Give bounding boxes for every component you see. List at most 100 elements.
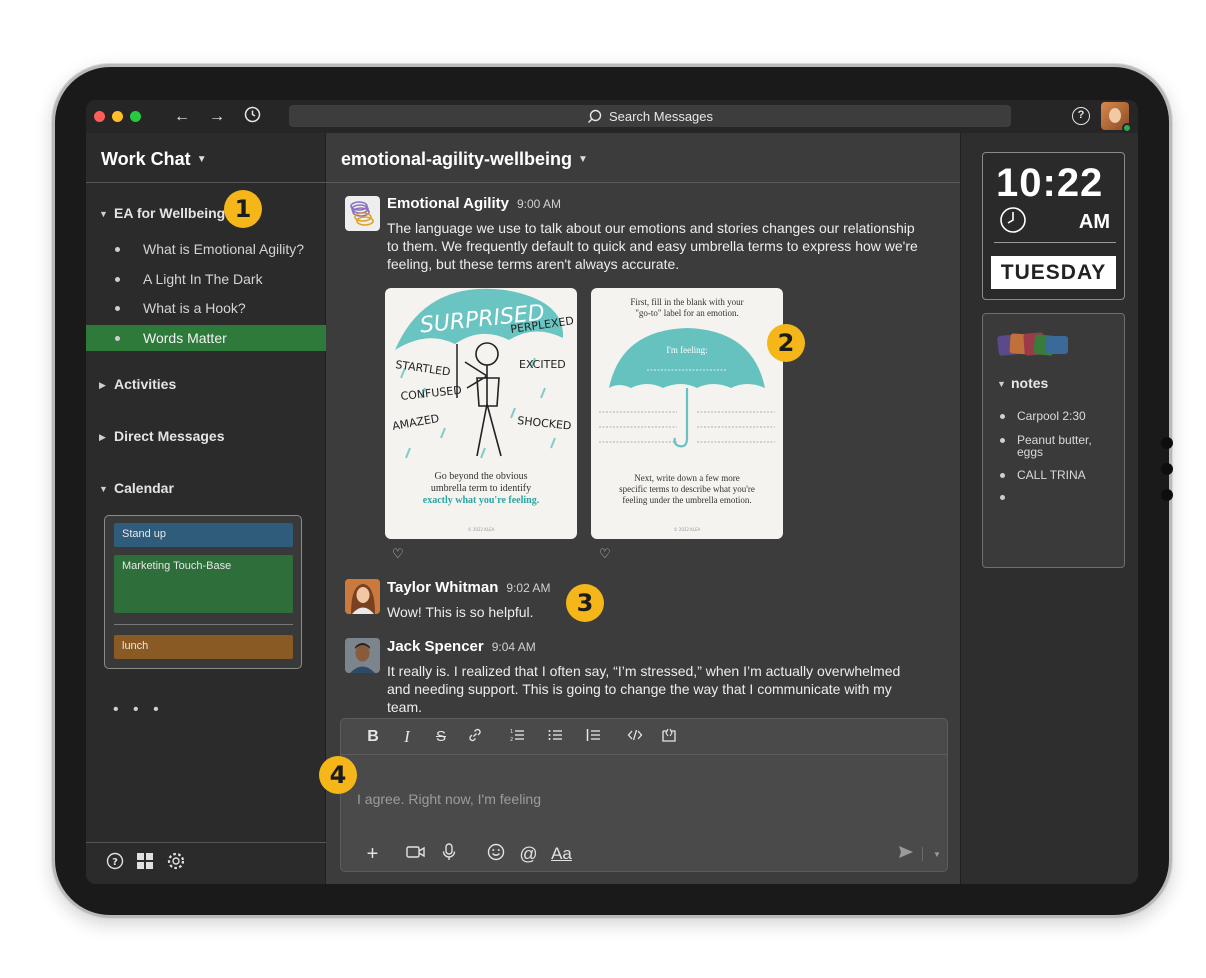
message-author[interactable]: Emotional Agility 9:00 AM bbox=[387, 195, 561, 212]
attachment-image-worksheet[interactable]: First, fill in the blank with your "go-t… bbox=[591, 288, 783, 539]
card-prompt: I'm feeling: bbox=[666, 345, 707, 355]
user-avatar[interactable] bbox=[1101, 102, 1132, 133]
chevron-down-icon: ▼ bbox=[196, 154, 207, 165]
emotion-word: CONFUSED bbox=[400, 384, 462, 403]
history-icon[interactable] bbox=[239, 106, 265, 128]
gear-icon[interactable] bbox=[166, 851, 186, 876]
microphone-icon[interactable] bbox=[432, 842, 465, 866]
sidebar-item-what-is-a-hook[interactable]: What is a Hook? bbox=[86, 295, 326, 321]
search-bar[interactable]: Search Messages bbox=[289, 105, 1011, 127]
card-caption: First, fill in the blank with your bbox=[630, 297, 743, 307]
blockquote-icon[interactable] bbox=[576, 727, 610, 747]
attachment-image-surprised[interactable]: SURPRISED PERPLEXED STARTLED EXCITED CON… bbox=[385, 288, 577, 539]
side-dots bbox=[1161, 437, 1175, 515]
formatting-toolbar: B I S 12 bbox=[341, 719, 947, 755]
emotional-agility-avatar[interactable] bbox=[345, 196, 380, 231]
video-icon[interactable] bbox=[399, 844, 432, 865]
sidebar-divider bbox=[86, 182, 326, 183]
ordered-list-icon[interactable]: 12 bbox=[500, 727, 534, 747]
sidebar-item-words-matter[interactable]: Words Matter bbox=[86, 325, 326, 351]
code-icon[interactable] bbox=[618, 727, 652, 747]
strikethrough-icon[interactable]: S bbox=[424, 728, 458, 745]
sidebar-item-what-is-emotional-agility[interactable]: What is Emotional Agility? bbox=[86, 236, 326, 262]
note-item-empty[interactable] bbox=[1000, 491, 1110, 500]
caret-right-icon: ▶ bbox=[99, 380, 106, 390]
card-caption: feeling under the umbrella emotion. bbox=[622, 495, 751, 505]
jack-spencer-avatar[interactable] bbox=[345, 638, 380, 673]
help-icon[interactable]: ? bbox=[1072, 107, 1090, 125]
callout-badge-3: 3 bbox=[566, 584, 604, 622]
back-arrow-icon[interactable]: ← bbox=[169, 108, 195, 126]
sidebar: Work Chat ▼ ▼ EA for Wellbeing 1 What is E… bbox=[86, 133, 326, 884]
link-icon[interactable] bbox=[458, 727, 492, 747]
send-icon[interactable] bbox=[894, 845, 918, 864]
more-options-icon[interactable]: • • • bbox=[113, 701, 164, 719]
card-caption: exactly what you're feeling. bbox=[423, 495, 540, 506]
message-timestamp: 9:04 AM bbox=[491, 640, 536, 654]
app-window: ← → Search Messages ? Work Chat ▼ ▼ EA for… bbox=[86, 100, 1138, 884]
search-icon bbox=[587, 109, 602, 123]
calendar-event-lunch[interactable]: lunch bbox=[114, 635, 293, 659]
calendar-widget: Stand up Marketing Touch-Base lunch bbox=[104, 515, 302, 669]
card-footer: © 2022 KLEA bbox=[468, 527, 495, 532]
clock-ampm: AM bbox=[1078, 211, 1110, 233]
channel-header: emotional-agility-wellbeing ▼ bbox=[326, 133, 960, 183]
calendar-event-marketing[interactable]: Marketing Touch-Base bbox=[114, 555, 293, 613]
composer-actions: + @ Aa ▼ bbox=[341, 839, 947, 869]
mention-icon[interactable]: @ bbox=[512, 844, 545, 865]
caret-down-icon: ▼ bbox=[99, 209, 108, 219]
clock-day: TUESDAY bbox=[991, 256, 1116, 289]
card-caption: Next, write down a few more bbox=[634, 473, 739, 483]
close-window-button[interactable] bbox=[94, 111, 105, 122]
clock-icon bbox=[999, 206, 1027, 239]
italic-icon[interactable]: I bbox=[390, 727, 424, 747]
clock-time: 10:22 bbox=[996, 161, 1104, 205]
forward-arrow-icon[interactable]: → bbox=[204, 108, 230, 126]
workspace-switcher[interactable]: Work Chat ▼ bbox=[101, 149, 207, 170]
message-input[interactable] bbox=[357, 791, 917, 807]
emoji-icon[interactable] bbox=[479, 843, 512, 866]
text-format-icon[interactable]: Aa bbox=[545, 844, 578, 864]
emotion-word: STARTLED bbox=[395, 358, 452, 379]
code-block-icon[interactable] bbox=[652, 727, 686, 747]
notes-title[interactable]: ▼ notes bbox=[997, 375, 1048, 391]
sidebar-footer: ? bbox=[86, 842, 326, 884]
note-item[interactable]: Peanut butter, eggs bbox=[1000, 434, 1110, 458]
emotion-word: SHOCKED bbox=[517, 414, 572, 433]
clock-widget: 10:22 AM TUESDAY bbox=[982, 152, 1125, 300]
bold-icon[interactable]: B bbox=[356, 728, 390, 746]
minimize-window-button[interactable] bbox=[112, 111, 123, 122]
message-author[interactable]: Taylor Whitman 9:02 AM bbox=[387, 579, 550, 596]
section-calendar[interactable]: ▼ Calendar bbox=[99, 480, 174, 496]
bullet-list-icon[interactable] bbox=[538, 727, 572, 747]
caret-down-icon: ▼ bbox=[99, 484, 108, 494]
taylor-whitman-avatar[interactable] bbox=[345, 579, 380, 614]
apps-grid-icon[interactable] bbox=[136, 852, 154, 875]
chat-main: emotional-agility-wellbeing ▼ Emotional A… bbox=[319, 133, 960, 884]
section-direct-messages[interactable]: ▶ Direct Messages bbox=[99, 428, 225, 444]
sidebar-item-a-light-in-the-dark[interactable]: A Light In The Dark bbox=[86, 266, 326, 292]
chevron-down-icon[interactable]: ▼ bbox=[927, 850, 947, 859]
calendar-event-stand-up[interactable]: Stand up bbox=[114, 523, 293, 547]
channel-title[interactable]: emotional-agility-wellbeing ▼ bbox=[341, 149, 588, 170]
note-item[interactable]: CALL TRINA bbox=[1000, 469, 1110, 481]
message-text: It really is. I realized that I often sa… bbox=[387, 663, 901, 715]
title-bar: ← → Search Messages ? bbox=[86, 100, 1138, 133]
notes-widget: ▼ notes Carpool 2:30 Peanut butter, eggs … bbox=[982, 313, 1125, 568]
card-caption: "go-to" label for an emotion. bbox=[635, 308, 739, 318]
emotion-word: EXCITED bbox=[519, 358, 566, 371]
section-activities[interactable]: ▶ Activities bbox=[99, 376, 176, 392]
help-icon[interactable]: ? bbox=[106, 852, 124, 875]
card-footer: © 2022 KLEA bbox=[674, 527, 701, 532]
heart-icon[interactable]: ♡ bbox=[599, 546, 611, 562]
right-panel: 10:22 AM TUESDAY ▼ notes Carpool 2:30 Pea… bbox=[960, 133, 1138, 884]
heart-icon[interactable]: ♡ bbox=[392, 546, 404, 562]
note-item[interactable]: Carpool 2:30 bbox=[1000, 410, 1110, 422]
message-author[interactable]: Jack Spencer 9:04 AM bbox=[387, 638, 536, 655]
card-caption: specific terms to describe what you're bbox=[619, 484, 755, 494]
section-ea-for-wellbeing[interactable]: ▼ EA for Wellbeing bbox=[99, 205, 225, 221]
plus-icon[interactable]: + bbox=[356, 843, 389, 866]
sticky-notes-icon bbox=[996, 331, 1072, 364]
online-status-icon bbox=[1122, 123, 1132, 133]
maximize-window-button[interactable] bbox=[130, 111, 141, 122]
